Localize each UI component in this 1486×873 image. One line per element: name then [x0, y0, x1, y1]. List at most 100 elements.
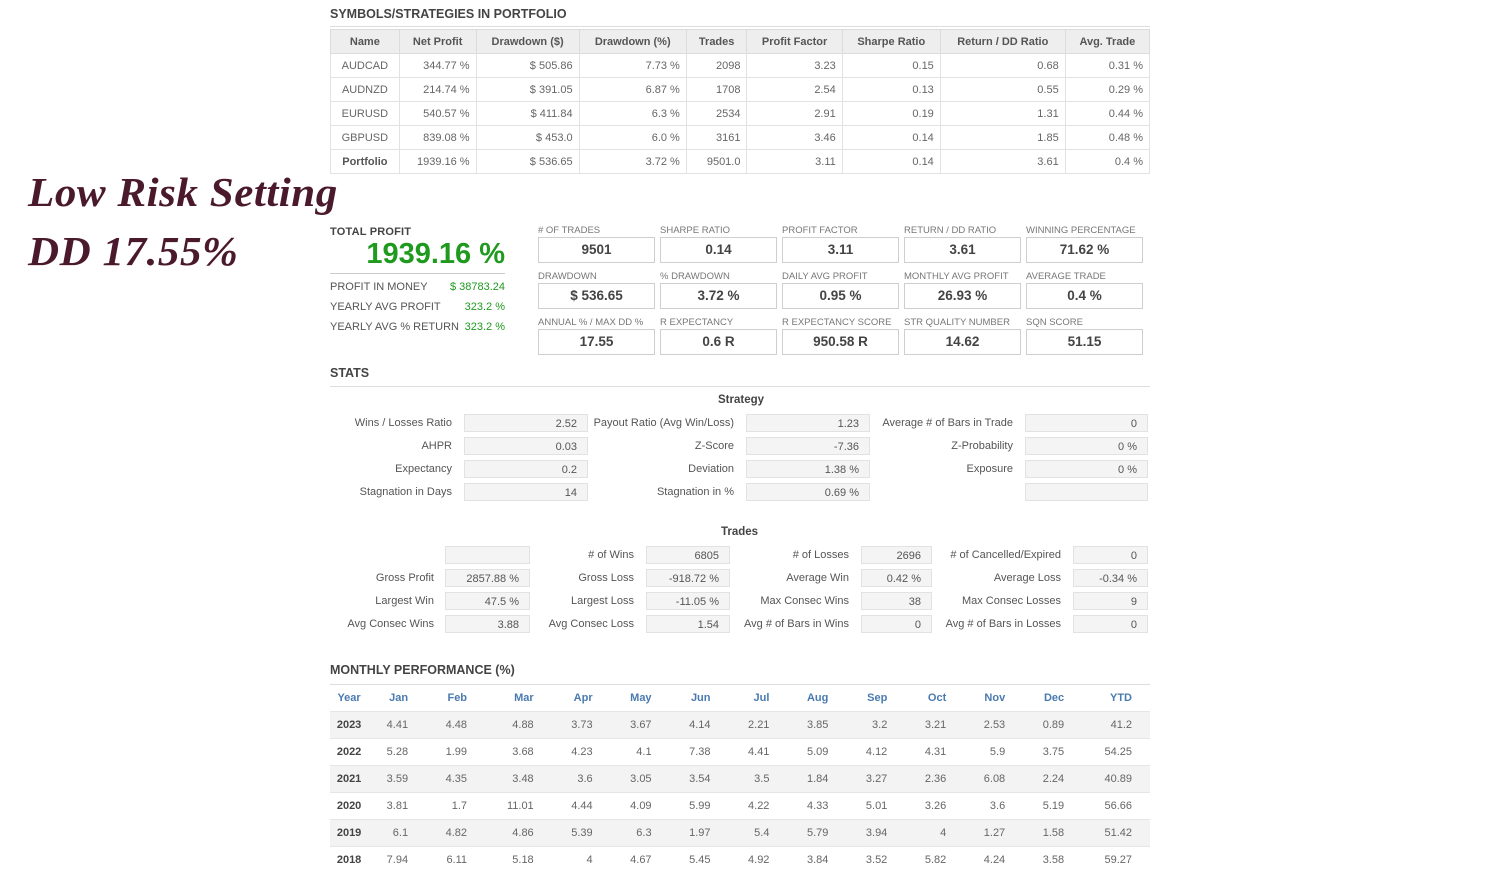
monthly-cell: 4.41: [367, 712, 426, 739]
monthly-cell: 5.09: [787, 739, 846, 766]
stat-value: 0: [1073, 546, 1148, 564]
monthly-cell: 5.99: [670, 793, 729, 820]
stat-label: Exposure: [713, 463, 1013, 475]
symbol-name: EURUSD: [331, 102, 400, 126]
symbols-col-header[interactable]: Net Profit: [399, 30, 476, 54]
monthly-col-header[interactable]: Jul: [729, 685, 788, 712]
symbol-cell: 0.13: [842, 78, 940, 102]
symbols-col-header[interactable]: Return / DD Ratio: [940, 30, 1065, 54]
symbol-cell: 0.29 %: [1065, 78, 1149, 102]
kpi-card: DAILY AVG PROFIT0.95 %: [782, 271, 899, 309]
monthly-col-header[interactable]: Year: [330, 685, 367, 712]
monthly-cell: 3.73: [552, 712, 611, 739]
stat-label: Stagnation in Days: [152, 486, 452, 498]
symbols-col-header[interactable]: Profit Factor: [747, 30, 842, 54]
monthly-cell: 3.67: [611, 712, 670, 739]
kpi-label: PROFIT FACTOR: [782, 225, 899, 237]
kpi-value: 0.95 %: [782, 283, 899, 309]
trades-subtitle: Trades: [721, 526, 758, 538]
monthly-year: 2018: [330, 847, 367, 873]
symbol-cell: 6.0 %: [579, 126, 686, 150]
monthly-cell: 59.27: [1082, 847, 1150, 873]
symbols-table-row: EURUSD540.57 %$ 411.846.3 %25342.910.191…: [331, 102, 1150, 126]
monthly-header-row: YearJanFebMarAprMayJunJulAugSepOctNovDec…: [330, 685, 1150, 712]
monthly-cell: 41.2: [1082, 712, 1150, 739]
overlay-title-drawdown: DD 17.55%: [28, 227, 238, 275]
monthly-col-header[interactable]: YTD: [1082, 685, 1150, 712]
monthly-col-header[interactable]: Aug: [787, 685, 846, 712]
monthly-col-header[interactable]: Jan: [367, 685, 426, 712]
symbols-col-header[interactable]: Drawdown (%): [579, 30, 686, 54]
kpi-label: ANNUAL % / MAX DD %: [538, 317, 655, 329]
monthly-cell: 3.27: [846, 766, 905, 793]
monthly-col-header[interactable]: Nov: [964, 685, 1023, 712]
kpi-value: 0.4 %: [1026, 283, 1143, 309]
monthly-cell: 3.68: [485, 739, 552, 766]
symbol-cell: 0.15: [842, 54, 940, 78]
total-profit-row-label: YEARLY AVG PROFIT: [330, 301, 441, 313]
stat-label: Z-Probability: [713, 440, 1013, 452]
symbol-cell: $ 411.84: [476, 102, 579, 126]
monthly-cell: 1.97: [670, 820, 729, 847]
kpi-label: # OF TRADES: [538, 225, 655, 237]
monthly-cell: 7.94: [367, 847, 426, 873]
monthly-col-header[interactable]: Apr: [552, 685, 611, 712]
monthly-cell: 5.18: [485, 847, 552, 873]
monthly-cell: 4.86: [485, 820, 552, 847]
stats-section-title: STATS: [330, 366, 369, 380]
monthly-cell: 3.21: [905, 712, 964, 739]
monthly-col-header[interactable]: Dec: [1023, 685, 1082, 712]
symbol-cell: 9501.0: [686, 150, 747, 174]
total-profit-row-label: PROFIT IN MONEY: [330, 281, 428, 293]
symbols-col-header[interactable]: Avg. Trade: [1065, 30, 1149, 54]
symbol-name: AUDCAD: [331, 54, 400, 78]
symbol-cell: 0.4 %: [1065, 150, 1149, 174]
monthly-cell: 51.42: [1082, 820, 1150, 847]
symbol-cell: 344.77 %: [399, 54, 476, 78]
kpi-label: SQN SCORE: [1026, 317, 1143, 329]
symbol-cell: 2.91: [747, 102, 842, 126]
monthly-cell: 6.11: [426, 847, 485, 873]
monthly-cell: 3.58: [1023, 847, 1082, 873]
monthly-col-header[interactable]: Sep: [846, 685, 905, 712]
symbols-col-header[interactable]: Sharpe Ratio: [842, 30, 940, 54]
monthly-cell: 4.12: [846, 739, 905, 766]
symbols-col-header[interactable]: Trades: [686, 30, 747, 54]
symbols-col-header[interactable]: Name: [331, 30, 400, 54]
monthly-cell: 54.25: [1082, 739, 1150, 766]
monthly-table-row: 20225.281.993.684.234.17.384.415.094.124…: [330, 739, 1150, 766]
monthly-table-row: 20213.594.353.483.63.053.543.51.843.272.…: [330, 766, 1150, 793]
kpi-label: SHARPE RATIO: [660, 225, 777, 237]
symbol-cell: 0.19: [842, 102, 940, 126]
symbol-cell: 839.08 %: [399, 126, 476, 150]
monthly-year: 2021: [330, 766, 367, 793]
total-profit-row-label: YEARLY AVG % RETURN: [330, 321, 459, 333]
kpi-value: 950.58 R: [782, 329, 899, 355]
symbol-cell: 7.73 %: [579, 54, 686, 78]
kpi-value: 9501: [538, 237, 655, 263]
symbol-cell: 0.68: [940, 54, 1065, 78]
monthly-cell: 4.44: [552, 793, 611, 820]
kpi-value: 3.11: [782, 237, 899, 263]
kpi-value: $ 536.65: [538, 283, 655, 309]
monthly-col-header[interactable]: Oct: [905, 685, 964, 712]
symbol-cell: 540.57 %: [399, 102, 476, 126]
symbols-col-header[interactable]: Drawdown ($): [476, 30, 579, 54]
kpi-card: MONTHLY AVG PROFIT26.93 %: [904, 271, 1021, 309]
symbol-cell: 1.85: [940, 126, 1065, 150]
monthly-cell: 5.39: [552, 820, 611, 847]
monthly-cell: 6.3: [611, 820, 670, 847]
monthly-cell: 4.24: [964, 847, 1023, 873]
monthly-cell: 2.36: [905, 766, 964, 793]
monthly-col-header[interactable]: May: [611, 685, 670, 712]
monthly-col-header[interactable]: Mar: [485, 685, 552, 712]
monthly-cell: 1.84: [787, 766, 846, 793]
monthly-cell: 7.38: [670, 739, 729, 766]
monthly-col-header[interactable]: Jun: [670, 685, 729, 712]
monthly-cell: 1.58: [1023, 820, 1082, 847]
symbol-cell: $ 505.86: [476, 54, 579, 78]
monthly-cell: 2.24: [1023, 766, 1082, 793]
symbol-cell: 3.11: [747, 150, 842, 174]
monthly-cell: 11.01: [485, 793, 552, 820]
monthly-col-header[interactable]: Feb: [426, 685, 485, 712]
